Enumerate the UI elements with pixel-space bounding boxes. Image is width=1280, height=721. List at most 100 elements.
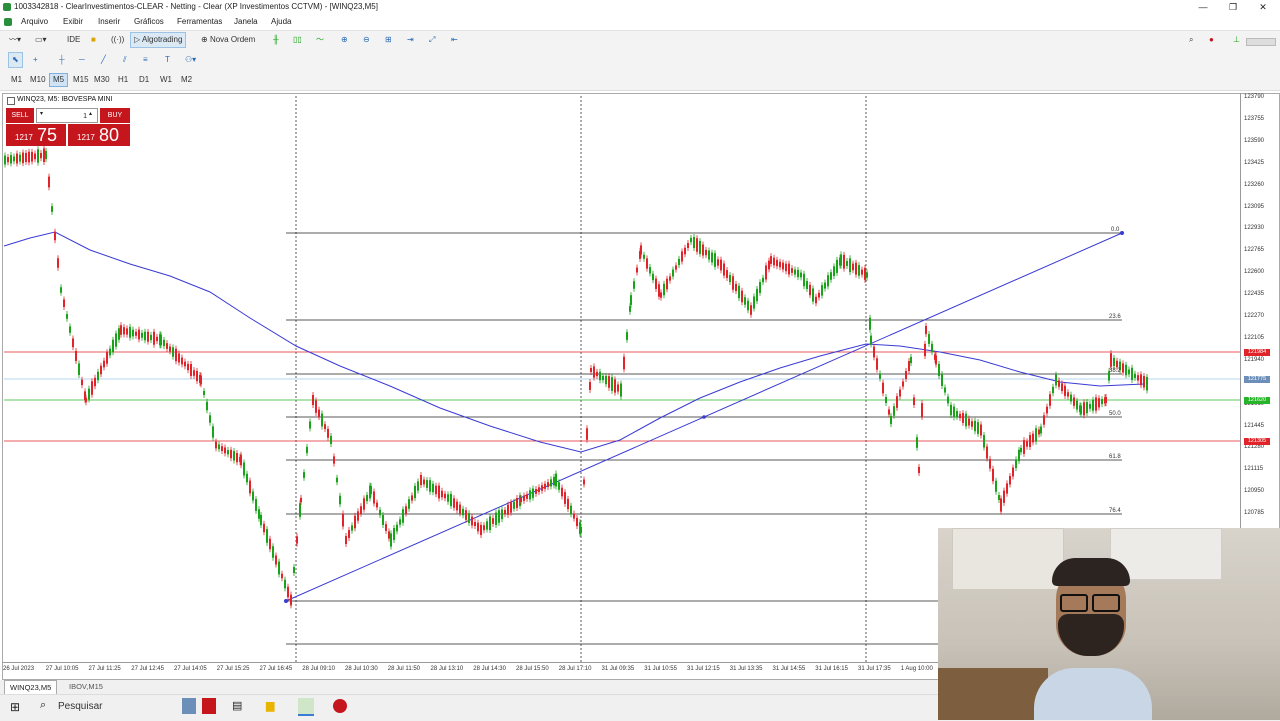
candle-body — [992, 468, 994, 482]
candle-body — [474, 521, 476, 527]
candle-body — [181, 357, 183, 365]
candle-body — [1012, 467, 1014, 477]
candle-body — [28, 151, 30, 163]
candle-body — [1134, 373, 1136, 379]
candle-body — [393, 528, 395, 540]
candle-body — [910, 356, 912, 364]
candle-body — [550, 479, 552, 487]
browser-icon[interactable] — [333, 699, 347, 713]
buy-button[interactable]: BUY — [100, 108, 130, 123]
candle-body — [396, 524, 398, 532]
candle-body — [370, 486, 372, 494]
candle-body — [782, 262, 784, 270]
candle-body — [480, 524, 482, 536]
candle-body — [212, 426, 214, 438]
candle-body — [905, 371, 907, 379]
candle-body — [599, 371, 601, 381]
candle-body — [938, 363, 940, 377]
candle-body — [281, 573, 283, 579]
task-view-icon[interactable]: ▤ — [232, 699, 242, 712]
chart-symbol-icon — [7, 97, 15, 105]
candle-body — [327, 428, 329, 438]
candle-body — [935, 355, 937, 365]
candle-body — [203, 390, 205, 396]
candle-body — [974, 420, 976, 432]
candle-body — [1101, 399, 1103, 405]
candle-body — [1110, 353, 1112, 367]
windows-start-icon[interactable]: ⊞ — [10, 700, 20, 714]
time-axis-label: 28 Jul 17:10 — [558, 666, 592, 672]
price-axis-label: 123590 — [1244, 137, 1265, 144]
fib-label-382: 38.2 — [1109, 368, 1121, 374]
candle-body — [85, 397, 87, 403]
candle-body — [411, 495, 413, 501]
candle-body — [438, 485, 440, 499]
candle-body — [348, 530, 350, 538]
candle-body — [586, 428, 588, 440]
sell-button[interactable]: SELL — [6, 108, 34, 123]
candle-body — [741, 290, 743, 303]
time-axis-label: 31 Jul 12:15 — [687, 666, 720, 672]
candle-body — [296, 536, 298, 544]
sell-price-box[interactable]: 1217 75 — [6, 124, 66, 146]
candle-body — [516, 498, 518, 508]
candle-body — [156, 336, 158, 342]
candle-body — [1064, 385, 1066, 396]
candle-body — [184, 361, 186, 367]
fib-label-236: 23.6 — [1109, 314, 1121, 320]
buy-price-box[interactable]: 1217 80 — [68, 124, 130, 146]
candle-body — [243, 462, 245, 476]
trendline-midpoint — [702, 415, 706, 419]
tab-winq23[interactable]: WINQ23,M5 — [4, 680, 58, 695]
candle-body — [660, 292, 662, 298]
candle-body — [846, 260, 848, 266]
candle-body — [453, 498, 455, 508]
candle-body — [414, 485, 416, 499]
candle-body — [385, 524, 387, 531]
candle-body — [432, 483, 434, 493]
candle-body — [233, 451, 235, 461]
qty-down-icon[interactable]: ▾ — [40, 110, 43, 117]
app-taskbar-icon[interactable] — [202, 698, 216, 714]
candle-body — [611, 377, 613, 391]
candle-body — [803, 273, 805, 287]
candle-body — [252, 491, 254, 501]
candle-body — [1095, 397, 1097, 411]
time-axis-label: 1 Aug 10:00 — [900, 666, 933, 672]
taskbar-search[interactable]: Pesquisar — [58, 701, 102, 712]
file-explorer-icon[interactable]: ▆ — [266, 699, 274, 712]
candle-body — [827, 275, 829, 287]
qty-up-icon[interactable]: ▴ — [89, 110, 92, 117]
metatrader-icon[interactable] — [298, 698, 314, 716]
candle-body — [785, 263, 787, 272]
candle-body — [166, 343, 168, 349]
candle-body — [269, 538, 271, 550]
candle-body — [1098, 398, 1100, 408]
tab-ibov[interactable]: IBOV,M15 — [64, 680, 108, 693]
price-tag: 121620 — [1244, 397, 1270, 404]
search-icon[interactable]: ⌕ — [40, 699, 46, 712]
candle-body — [1026, 441, 1028, 447]
candle-body — [738, 285, 740, 299]
candle-body — [275, 555, 277, 565]
candle-body — [1023, 440, 1025, 454]
candle-body — [1061, 383, 1063, 392]
candle-body — [995, 480, 997, 492]
candle-body — [818, 292, 820, 298]
app-taskbar-icon[interactable] — [182, 698, 196, 714]
candle-body — [230, 449, 232, 459]
time-axis-label: 31 Jul 14:55 — [772, 666, 806, 672]
candle-body — [684, 247, 686, 255]
time-axis-label: 31 Jul 09:35 — [601, 666, 635, 672]
candle-body — [218, 444, 220, 450]
fib-label-50: 50.0 — [1109, 411, 1121, 417]
candle-body — [538, 487, 540, 493]
candle-body — [681, 251, 683, 262]
price-axis-label: 122270 — [1244, 313, 1265, 319]
candle-body — [429, 480, 431, 492]
candle-body — [924, 343, 926, 357]
candle-body — [840, 254, 842, 266]
candle-body — [178, 353, 180, 363]
candle-body — [744, 297, 746, 305]
candle-body — [699, 241, 701, 254]
